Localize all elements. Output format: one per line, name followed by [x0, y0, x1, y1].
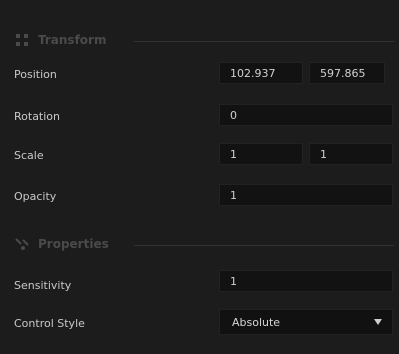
rotation-input[interactable]: 0	[219, 104, 393, 126]
tools-icon	[14, 237, 30, 251]
control-style-dropdown[interactable]: Absolute	[219, 309, 393, 335]
rotation-label: Rotation	[14, 110, 61, 123]
section-divider	[134, 41, 394, 42]
properties-section-title: Properties	[38, 237, 109, 251]
control-style-selected-value: Absolute	[232, 315, 281, 329]
control-style-label: Control Style	[14, 317, 85, 330]
position-y-input[interactable]: 597.865	[309, 62, 385, 84]
scale-label: Scale	[14, 149, 44, 162]
scale-x-input[interactable]: 1	[219, 143, 303, 165]
transform-section-header[interactable]: Transform	[14, 28, 394, 52]
sensitivity-input[interactable]: 1	[219, 270, 393, 292]
opacity-label: Opacity	[14, 190, 57, 203]
transform-section-title: Transform	[38, 33, 107, 47]
move-icon	[14, 33, 30, 47]
scale-y-input[interactable]: 1	[309, 143, 393, 165]
inspector-panel: Transform Position 102.937 597.865 Rotat…	[0, 0, 399, 354]
section-divider	[134, 245, 394, 246]
opacity-input[interactable]: 1	[219, 184, 393, 206]
chevron-down-icon	[374, 319, 382, 325]
position-x-input[interactable]: 102.937	[219, 62, 303, 84]
position-label: Position	[14, 68, 57, 81]
properties-section-header[interactable]: Properties	[14, 232, 394, 256]
sensitivity-label: Sensitivity	[14, 279, 72, 292]
